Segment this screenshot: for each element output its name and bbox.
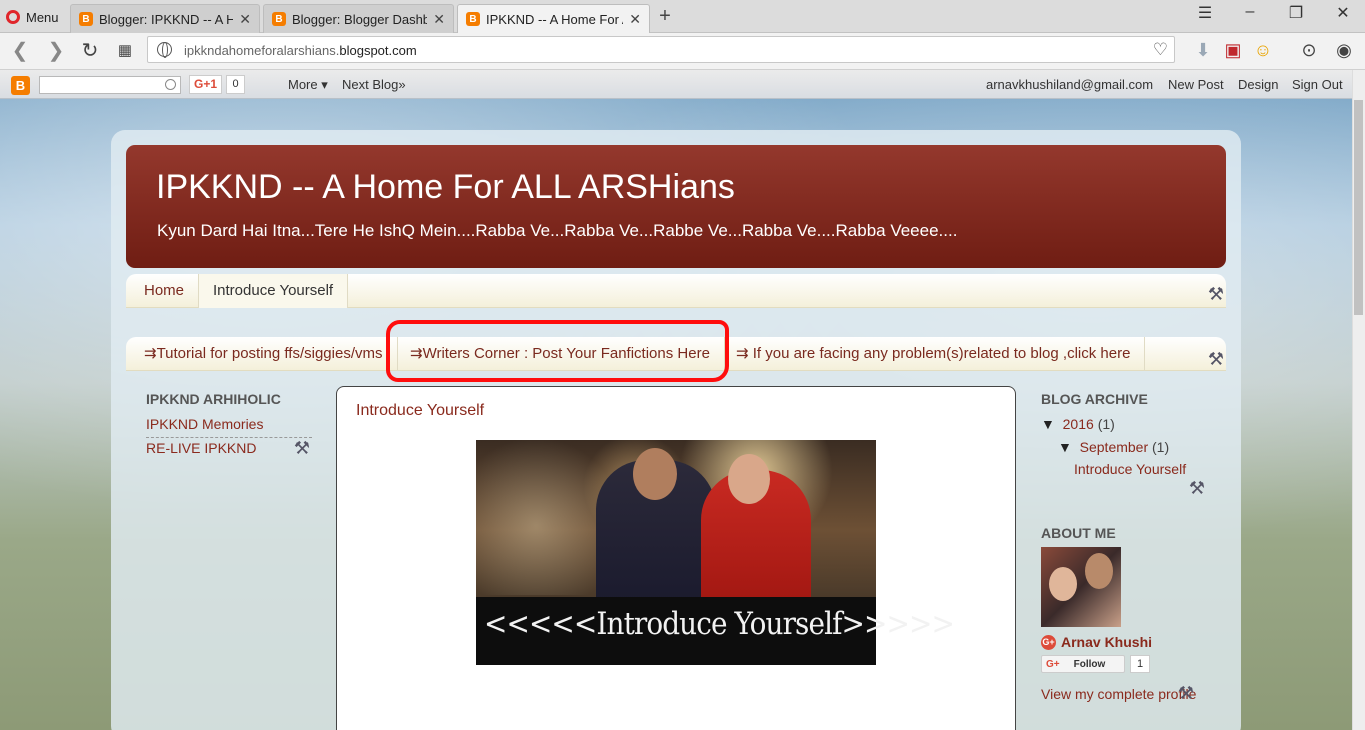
follow-button[interactable]: G+ Follow: [1041, 655, 1125, 673]
tab-blogger-dashboard[interactable]: B Blogger: Blogger Dashboard ✕: [263, 4, 454, 33]
post-image-caption: <<<<<Introduce Yourself>>>>>: [484, 606, 955, 642]
new-post-link[interactable]: New Post: [1168, 77, 1224, 92]
globe-icon: [157, 42, 172, 58]
back-icon[interactable]: ❮: [10, 41, 30, 61]
tab-menu-icon[interactable]: ☰: [1190, 3, 1220, 23]
blogger-favicon-icon: B: [79, 12, 93, 26]
more-menu[interactable]: More ▾: [288, 77, 328, 93]
url-text[interactable]: ipkkndahomeforalarshians.blogspot.com: [184, 43, 417, 58]
tab-introduce-yourself[interactable]: Introduce Yourself: [199, 274, 349, 308]
follow-count: 1: [1130, 655, 1150, 673]
archive-post-link[interactable]: Introduce Yourself: [1074, 461, 1186, 477]
tab-title: Blogger: IPKKND -- A Home For ALL ARSHia…: [99, 11, 233, 27]
archive-year-count: (1): [1097, 416, 1115, 432]
tab-ipkknd-blog[interactable]: B IPKKND -- A Home For ALL ARSHians ✕: [457, 4, 650, 33]
opera-logo-icon: [6, 10, 20, 24]
edit-wrench-icon[interactable]: ⚒: [292, 438, 312, 459]
view-profile-link[interactable]: View my complete profile: [1041, 686, 1196, 702]
tab-home[interactable]: Home: [126, 274, 200, 308]
tab-blogger-post[interactable]: B Blogger: IPKKND -- A Home For ALL ARSH…: [70, 4, 260, 33]
next-blog-link[interactable]: Next Blog»: [342, 77, 406, 92]
close-tab-icon[interactable]: ✕: [629, 11, 641, 28]
link-relive-ipkknd[interactable]: RE-LIVE IPKKND: [146, 440, 256, 456]
divider: [146, 437, 312, 438]
profile-name[interactable]: Arnav Khushi: [1061, 634, 1152, 650]
archive-month-count: (1): [1152, 439, 1170, 455]
url-field[interactable]: ipkkndahomeforalarshians.blogspot.com ♡: [147, 36, 1175, 63]
follow-label: Follow: [1073, 658, 1106, 670]
post-title[interactable]: Introduce Yourself: [356, 402, 484, 420]
blogger-favicon-icon: B: [466, 12, 480, 26]
maximize-icon[interactable]: ❐: [1281, 3, 1311, 23]
profile-avatar[interactable]: [1041, 547, 1121, 627]
search-icon[interactable]: [165, 79, 176, 90]
url-domain: blogspot.com: [339, 43, 417, 58]
design-link[interactable]: Design: [1238, 77, 1278, 92]
expand-triangle-icon[interactable]: ▼: [1041, 416, 1055, 432]
blog-title[interactable]: IPKKND -- A Home For ALL ARSHians: [156, 168, 735, 207]
edit-wrench-icon[interactable]: ⚒: [1176, 683, 1196, 704]
archive-month-row[interactable]: ▼ September (1): [1058, 439, 1169, 455]
close-tab-icon[interactable]: ✕: [239, 11, 251, 28]
downloads-icon[interactable]: ⊙: [1297, 40, 1321, 60]
blogger-navbar: B G+1 0 More ▾ Next Blog» arnavkhushilan…: [0, 70, 1365, 99]
blogger-logo-icon[interactable]: B: [11, 76, 30, 95]
blog-archive-title: BLOG ARCHIVE: [1041, 391, 1148, 407]
edit-wrench-icon[interactable]: ⚒: [1187, 478, 1207, 499]
bookmark-heart-icon[interactable]: ♡: [1153, 40, 1168, 60]
opera-menu-button[interactable]: Menu: [6, 7, 59, 27]
blog-search-input[interactable]: [39, 76, 181, 94]
tab-title: Blogger: Blogger Dashboard: [292, 11, 427, 27]
archive-month[interactable]: September: [1080, 439, 1148, 455]
download-arrow-icon[interactable]: ⬇: [1191, 40, 1215, 60]
gplus-button[interactable]: G+1: [189, 75, 222, 94]
address-bar-row: ❮ ❯ ↻ ▦ ipkkndahomeforalarshians.blogspo…: [0, 33, 1365, 70]
archive-year[interactable]: 2016: [1063, 416, 1094, 432]
edit-wrench-icon[interactable]: ⚒: [1206, 284, 1226, 305]
url-subdomain: ipkkndahomeforalarshians.: [184, 43, 340, 58]
close-window-icon[interactable]: ✕: [1328, 3, 1358, 23]
emoji-icon[interactable]: ☺: [1251, 40, 1275, 60]
forward-icon[interactable]: ❯: [46, 41, 66, 61]
link-problem-help[interactable]: ⇉ If you are facing any problem(s)relate…: [722, 337, 1146, 371]
link-tutorial[interactable]: ⇉Tutorial for posting ffs/siggies/vms: [130, 337, 398, 371]
account-icon[interactable]: ◉: [1332, 40, 1356, 60]
scrollbar-thumb[interactable]: [1354, 100, 1363, 315]
close-tab-icon[interactable]: ✕: [433, 11, 445, 28]
expand-triangle-icon[interactable]: ▼: [1058, 439, 1072, 455]
left-widget-title: IPKKND ARHIHOLIC: [146, 391, 281, 407]
new-tab-plus-icon[interactable]: +: [655, 5, 675, 28]
gplus-icon: G+: [1046, 658, 1060, 670]
speed-dial-icon[interactable]: ▦: [115, 41, 135, 61]
video-icon[interactable]: ▣: [1221, 40, 1245, 60]
reload-icon[interactable]: ↻: [80, 41, 100, 61]
edit-wrench-icon[interactable]: ⚒: [1206, 349, 1226, 370]
sign-out-link[interactable]: Sign Out: [1292, 77, 1343, 92]
link-ipkknd-memories[interactable]: IPKKND Memories: [146, 416, 263, 432]
red-annotation-circle: [386, 320, 729, 382]
blogger-favicon-icon: B: [272, 12, 286, 26]
user-email[interactable]: arnavkhushiland@gmail.com: [986, 77, 1153, 92]
menu-label: Menu: [26, 9, 59, 25]
gplus-count: 0: [226, 75, 245, 94]
blog-description: Kyun Dard Hai Itna...Tere He IshQ Mein..…: [157, 221, 958, 240]
pages-tab-bar: Home Introduce Yourself ⚒: [126, 274, 1226, 308]
tab-title: IPKKND -- A Home For ALL ARSHians: [486, 11, 623, 27]
gplus-profile-icon: G+: [1041, 635, 1056, 650]
archive-year-row[interactable]: ▼ 2016 (1): [1041, 416, 1115, 432]
minimize-icon[interactable]: –: [1235, 3, 1265, 21]
about-me-title: ABOUT ME: [1041, 525, 1116, 541]
